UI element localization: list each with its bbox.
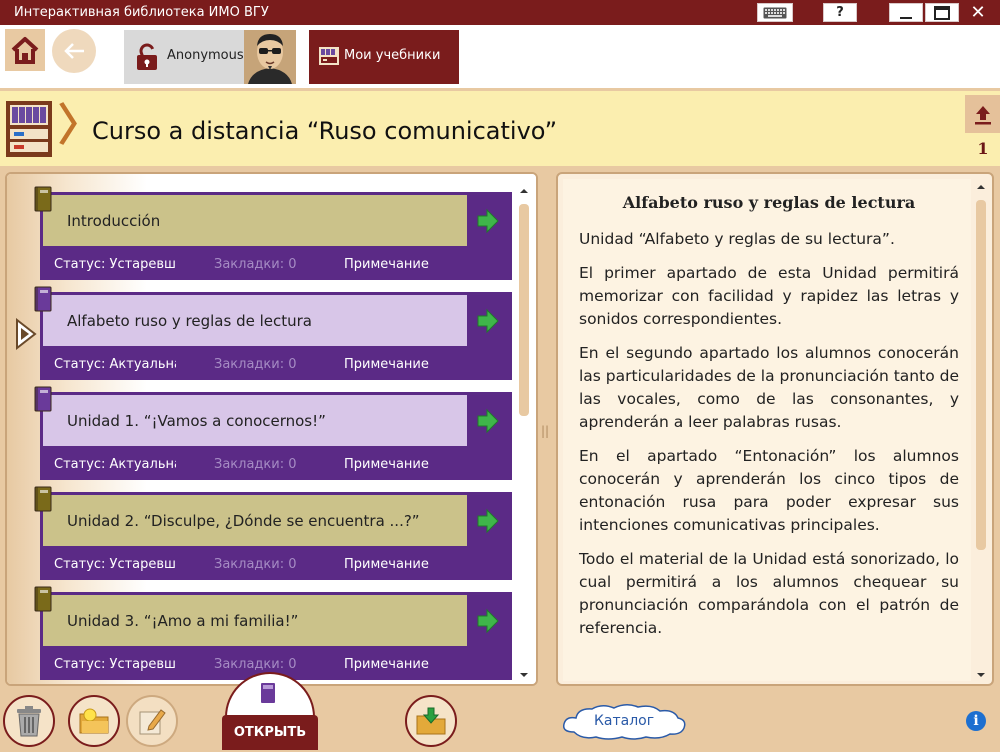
unit-status: Статус: Устаревшая <box>54 257 176 272</box>
go-arrow-icon[interactable] <box>476 508 500 534</box>
scroll-up-icon <box>520 189 528 193</box>
my-textbooks-tab[interactable]: Мои учебники <box>309 30 459 84</box>
units-list-panel: Introducción Статус: Устаревшая Закладки: … <box>5 172 538 686</box>
book-icon <box>261 683 275 703</box>
description-heading: Alfabeto ruso y reglas de lectura <box>622 193 916 212</box>
unit-title: Alfabeto ruso y reglas de lectura <box>43 295 467 346</box>
unit-note[interactable]: Примечание <box>344 557 429 572</box>
unit-status: Статус: Устаревшая <box>54 657 176 672</box>
close-button[interactable]: ✕ <box>961 2 995 23</box>
book-icon <box>34 386 52 412</box>
bottom-toolbar: ОТКРЫТЬ Каталог i <box>0 672 1000 752</box>
unit-status: Статус: Актуальная <box>54 457 176 472</box>
open-button[interactable]: ОТКРЫТЬ <box>222 715 318 750</box>
units-list: Introducción Статус: Устаревшая Закладки: … <box>7 174 517 684</box>
avatar <box>244 30 296 84</box>
avatar-portrait-icon <box>244 30 296 84</box>
book-icon <box>34 486 52 512</box>
user-tab[interactable]: Anonymous <box>124 30 296 84</box>
unit-note[interactable]: Примечание <box>344 457 429 472</box>
go-arrow-icon[interactable] <box>476 208 500 234</box>
unit-bookmarks[interactable]: Закладки: 0 <box>214 557 297 572</box>
lock-open-icon <box>137 43 157 70</box>
book-icon <box>34 586 52 612</box>
catalog-label: Каталог <box>593 713 655 729</box>
unit-item[interactable]: Introducción Статус: Устаревшая Закладки: … <box>34 186 512 280</box>
new-folder-button[interactable] <box>68 695 120 747</box>
scrollbar-thumb[interactable] <box>519 204 529 416</box>
top-navigation: Anonymous Мои учебники <box>0 25 1000 88</box>
unit-status: Статус: Устаревшая <box>54 557 176 572</box>
unit-note[interactable]: Примечание <box>344 657 429 672</box>
back-button[interactable] <box>52 29 96 73</box>
bookshelf-icon <box>6 101 52 157</box>
description-paragraph: Todo el material de la Unidad está sonor… <box>579 550 959 637</box>
unit-note[interactable]: Примечание <box>344 257 429 272</box>
unit-bookmarks[interactable]: Закладки: 0 <box>214 657 297 672</box>
description-paragraph: En el segundo apartado los alumnos conoc… <box>579 344 959 431</box>
book-icon <box>34 286 52 312</box>
description-scrollbar[interactable] <box>975 180 987 680</box>
keyboard-icon <box>763 7 787 18</box>
window-titlebar: Интерактивная библиотека ИМО ВГУ ? ✕ <box>0 0 1000 25</box>
description-panel: Alfabeto ruso y reglas de lectura Unidad… <box>556 172 994 686</box>
unit-status: Статус: Актуальная <box>54 357 176 372</box>
maximize-icon <box>934 5 950 20</box>
go-arrow-icon[interactable] <box>476 408 500 434</box>
edit-pencil-icon <box>139 709 166 735</box>
units-scrollbar[interactable] <box>518 184 530 680</box>
keyboard-button[interactable] <box>757 3 793 22</box>
unit-item[interactable]: Alfabeto ruso y reglas de lectura Статус:… <box>34 286 512 380</box>
unit-item[interactable]: Unidad 1. “¡Vamos a conocernos!” Статус: … <box>34 386 512 480</box>
download-folder-icon <box>416 707 446 735</box>
panel-splitter[interactable]: || <box>541 424 549 438</box>
scrollbar-thumb[interactable] <box>976 200 986 550</box>
edit-button[interactable] <box>126 695 178 747</box>
unit-bookmarks[interactable]: Закладки: 0 <box>214 457 297 472</box>
minimize-button[interactable] <box>889 3 923 22</box>
home-icon <box>11 37 39 64</box>
upload-button[interactable] <box>965 95 1000 133</box>
course-header: 〉 Curso a distancia “Ruso comunicativo” … <box>0 88 1000 166</box>
unit-title: Introducción <box>43 195 467 246</box>
scroll-down-icon <box>520 673 528 677</box>
maximize-button[interactable] <box>925 3 959 22</box>
user-name: Anonymous <box>167 48 244 63</box>
catalog-button[interactable]: Каталог <box>560 702 688 742</box>
description-paragraph: El primer apartado de esta Unidad permit… <box>579 264 959 328</box>
minimize-icon <box>900 16 912 19</box>
unit-title: Unidad 2. “Disculpe, ¿Dónde se encuentra… <box>43 495 467 546</box>
description-paragraph: En el apartado “Entonación” los alumnos … <box>579 447 959 534</box>
arrow-left-icon <box>64 43 84 59</box>
unit-bookmarks[interactable]: Закладки: 0 <box>214 257 297 272</box>
page-title: Curso a distancia “Ruso comunicativo” <box>92 117 558 145</box>
help-button[interactable]: ? <box>823 3 857 22</box>
upload-arrow-icon <box>974 106 991 125</box>
home-button[interactable] <box>5 29 45 71</box>
description-text: Alfabeto ruso y reglas de lectura Unidad… <box>579 191 959 651</box>
unit-bookmarks[interactable]: Закладки: 0 <box>214 357 297 372</box>
scroll-up-icon <box>977 185 985 189</box>
upload-count: 1 <box>977 139 989 158</box>
book-icon <box>34 186 52 212</box>
unit-item[interactable]: Unidad 3. “¡Amo a mi familia!” Статус: Ус… <box>34 586 512 680</box>
description-paragraph: Unidad “Alfabeto y reglas de su lectura”… <box>579 230 895 248</box>
trash-icon <box>17 706 41 737</box>
open-tab: ОТКРЫТЬ <box>222 672 318 752</box>
scroll-down-icon <box>977 673 985 677</box>
download-button[interactable] <box>405 695 457 747</box>
delete-button[interactable] <box>3 695 55 747</box>
go-arrow-icon[interactable] <box>476 608 500 634</box>
unit-item[interactable]: Unidad 2. “Disculpe, ¿Dónde se encuentra… <box>34 486 512 580</box>
my-textbooks-label: Мои учебники <box>344 48 441 63</box>
window-title: Интерактивная библиотека ИМО ВГУ <box>14 5 269 20</box>
info-icon[interactable]: i <box>966 711 986 731</box>
unit-title: Unidad 3. “¡Amo a mi familia!” <box>43 595 467 646</box>
unit-title: Unidad 1. “¡Vamos a conocernos!” <box>43 395 467 446</box>
folder-star-icon <box>79 708 109 734</box>
go-arrow-icon[interactable] <box>476 308 500 334</box>
bookshelf-icon <box>319 47 339 65</box>
unit-note[interactable]: Примечание <box>344 357 429 372</box>
